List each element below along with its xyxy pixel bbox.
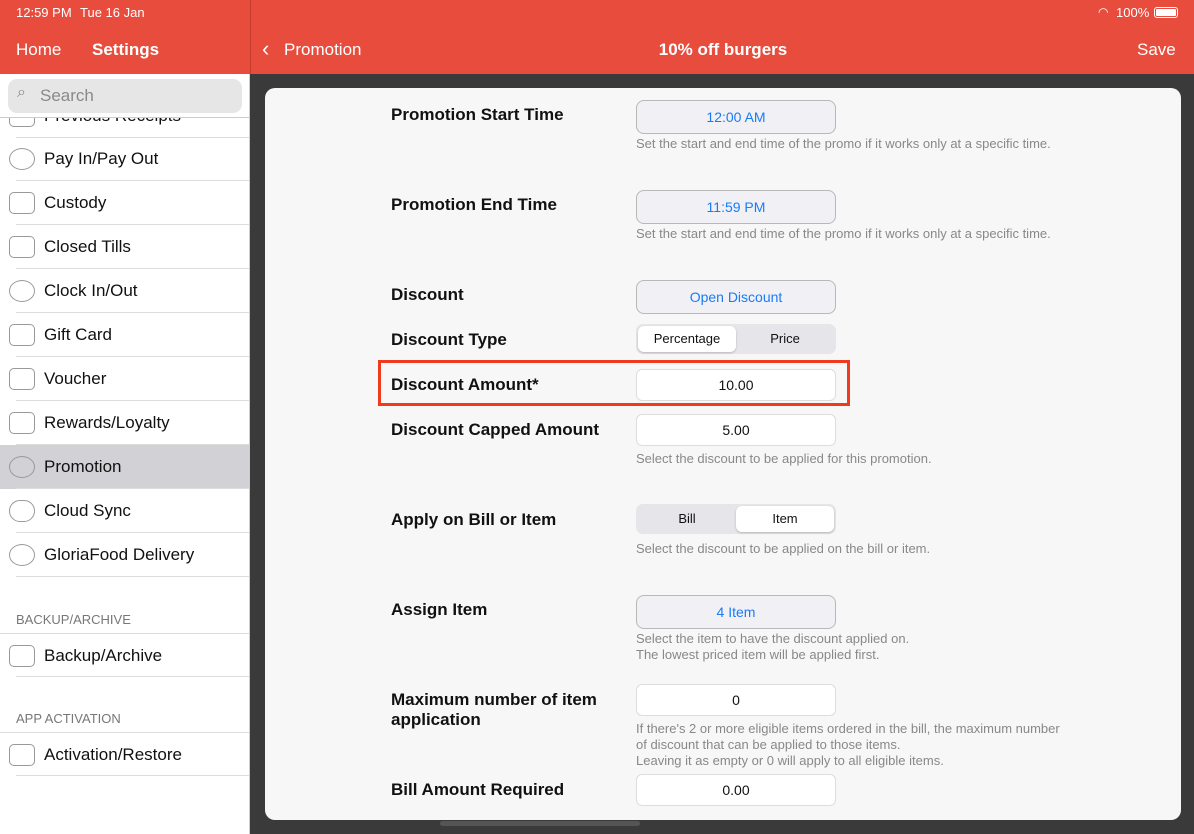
sidebar-item-label: Cloud Sync [44,501,131,520]
end-time-label: Promotion End Time [391,195,557,214]
discount-type-segmented: Percentage Price [636,324,836,354]
end-time-hint: Set the start and end time of the promo … [636,226,1051,241]
cash-register-icon [9,236,35,258]
search-placeholder: Search [40,86,94,105]
sidebar-item-closed-tills[interactable]: Closed Tills [0,225,249,269]
discount-amount-input[interactable]: 10.00 [636,369,836,401]
capped-amount-hint: Select the discount to be applied for th… [636,451,932,466]
segment-bill[interactable]: Bill [638,506,736,532]
max-items-label: Maximum number of item application [391,690,597,729]
battery-percent: 100% [1116,5,1150,20]
sidebar-item-promotion[interactable]: Promotion [0,445,249,489]
sidebar-item-backup[interactable]: Backup/Archive [0,633,249,677]
sidebar-item-pay-in-out[interactable]: Pay In/Pay Out [0,137,249,181]
money-hand-icon [9,148,35,170]
sidebar-item-label: Custody [44,193,107,212]
battery-icon [1154,7,1178,18]
sidebar-item-rewards[interactable]: Rewards/Loyalty [0,401,249,445]
page-title: 10% off burgers [658,40,788,59]
assign-item-button[interactable]: 4 Item [636,595,836,629]
assign-item-label: Assign Item [391,600,488,619]
assign-item-hint: Select the item to have the discount app… [636,631,910,662]
divider [250,0,251,74]
sidebar-item-voucher[interactable]: Voucher [0,357,249,401]
sidebar-item-custody[interactable]: Custody [0,181,249,225]
custody-icon [9,192,35,214]
start-time-hint: Set the start and end time of the promo … [636,136,1051,151]
segment-item[interactable]: Item [736,506,834,532]
sidebar-item-label: Rewards/Loyalty [44,413,170,432]
status-date: Tue 16 Jan [80,5,145,20]
backup-icon [9,645,35,667]
apply-on-label: Apply on Bill or Item [391,510,557,529]
start-time-label: Promotion Start Time [391,105,564,124]
settings-title: Settings [92,40,160,59]
chevron-left-icon[interactable]: ‹ [262,36,269,62]
trophy-icon [9,412,35,434]
wifi-icon: ◠ [1098,5,1109,19]
sidebar-item-label: Gift Card [44,325,113,344]
clock-icon [9,280,35,302]
home-button[interactable]: Home [16,40,61,60]
promotion-form: Promotion Start Time 12:00 AM Set the st… [265,88,1181,820]
sidebar-item-label: Pay In/Pay Out [44,149,159,168]
sidebar-item-gift-card[interactable]: Gift Card [0,313,249,357]
sidebar: Previous Receipts ⌕Search Pay In/Pay Out… [0,74,250,834]
max-items-input[interactable]: 0 [636,684,836,716]
max-items-hint: If there's 2 or more eligible items orde… [636,721,1060,768]
activation-icon [9,744,35,766]
status-time: 12:59 PM [16,5,72,20]
header-bar: 12:59 PM Tue 16 Jan ◠ 100% Home Settings… [0,0,1194,74]
start-time-button[interactable]: 12:00 AM [636,100,836,134]
tag-icon [9,368,35,390]
sidebar-item-label: Clock In/Out [44,281,138,300]
search-icon: ⌕ [17,84,26,101]
sidebar-item-label: Voucher [44,369,107,388]
sidebar-item-label: Promotion [44,457,122,476]
sidebar-item-clock[interactable]: Clock In/Out [0,269,249,313]
capped-amount-input[interactable]: 5.00 [636,414,836,446]
discount-button[interactable]: Open Discount [636,280,836,314]
sidebar-item-cloud-sync[interactable]: Cloud Sync [0,489,249,533]
cloud-icon [9,500,35,522]
apply-on-hint: Select the discount to be applied on the… [636,541,931,556]
back-button[interactable]: Promotion [284,40,361,60]
sidebar-item-label: Closed Tills [44,237,131,256]
segment-percentage[interactable]: Percentage [638,326,736,352]
section-header-backup: BACKUP/ARCHIVE [16,612,131,627]
search-input[interactable]: ⌕ Search [8,79,242,113]
save-button[interactable]: Save [1137,40,1176,60]
bill-amount-label: Bill Amount Required [391,780,565,799]
segment-price[interactable]: Price [736,326,834,352]
capped-amount-label: Discount Capped Amount [391,420,600,439]
end-time-button[interactable]: 11:59 PM [636,190,836,224]
bill-amount-input[interactable]: 0.00 [636,774,836,806]
leaf-icon [9,544,35,566]
discount-amount-label: Discount Amount* [391,375,539,394]
sidebar-item-activation[interactable]: Activation/Restore [0,732,249,776]
discount-type-label: Discount Type [391,330,507,349]
apply-on-segmented: Bill Item [636,504,836,534]
sidebar-item-label: Activation/Restore [44,745,182,764]
sidebar-item-label: GloriaFood Delivery [44,545,195,564]
percent-icon [9,456,35,478]
search-area: ⌕ Search [0,74,249,118]
sidebar-item-label: Backup/Archive [44,646,163,665]
sidebar-item-gloriafood[interactable]: GloriaFood Delivery [0,533,249,577]
horizontal-scrollbar[interactable] [440,821,640,826]
section-header-activation: APP ACTIVATION [16,711,121,726]
gift-card-icon [9,324,35,346]
discount-label: Discount [391,285,464,304]
